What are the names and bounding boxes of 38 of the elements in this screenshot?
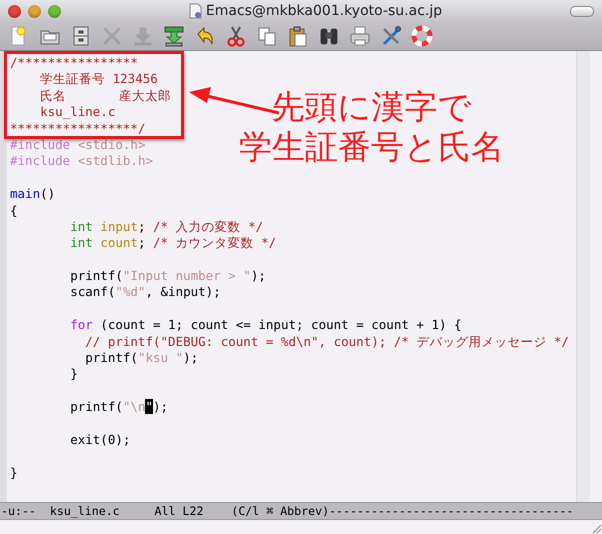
code-line: printf("ksu "); — [84, 350, 198, 366]
code-line: 氏名 産大太郎 — [39, 88, 171, 104]
zoom-window-button[interactable] — [48, 4, 61, 18]
code-line: /**************** — [10, 55, 138, 72]
resize-grip-icon[interactable] — [592, 524, 602, 534]
code-line: } — [10, 464, 18, 482]
toolbar-toggle-button[interactable] — [570, 6, 594, 16]
code-line: #include <stdio.h> — [10, 136, 146, 154]
document-icon — [188, 3, 202, 19]
close-window-button[interactable] — [8, 4, 21, 18]
wrench-screwdriver-icon[interactable] — [380, 25, 402, 47]
code-line: exit(0); — [69, 432, 130, 448]
code-line: ksu_line.c — [39, 104, 116, 121]
code-line: // printf("DEBUG: count = %d\n", count); /* デバッグ用メッセージ */ — [84, 334, 569, 350]
callout-text: 先頭に漢字で — [272, 87, 472, 127]
code-line: printf("\n"); — [69, 399, 168, 416]
code-line: } — [69, 366, 78, 383]
window-title: Emacs@mkbka001.kyoto-su.ac.jp — [206, 3, 442, 19]
code-line: int count; /* カウンタ変数 */ — [69, 235, 276, 252]
code-line: *****************/ — [10, 120, 146, 137]
clipboard-icon[interactable] — [287, 25, 309, 47]
code-line: 学生証番号 123456 — [39, 71, 158, 88]
code-line: printf("Input number > "); — [69, 268, 266, 284]
code-line: int input; /* 入力の変数 */ — [69, 218, 264, 236]
code-line: main() — [10, 186, 56, 203]
mode-line-text: -u:-- ksu_line.c All L22 (C/l ⌘ Abbrev)----------------------------------- — [1, 504, 574, 518]
callout-text: 学生証番号と氏名 — [239, 127, 504, 167]
code-line: for (count = 1; count <= input; count = count + 1) { — [69, 317, 462, 334]
code-line: { — [10, 202, 18, 219]
save-arrow-icon[interactable] — [163, 25, 185, 47]
scissors-icon[interactable] — [225, 25, 247, 47]
lifebuoy-icon[interactable] — [411, 25, 433, 47]
minimize-window-button[interactable] — [28, 4, 41, 18]
code-line: #include <stdlib.h> — [10, 153, 153, 170]
scrollbar-track[interactable] — [576, 51, 590, 502]
code-line: scanf("%d", &input); — [69, 284, 221, 301]
copy-icon[interactable] — [256, 25, 278, 47]
printer-icon[interactable] — [349, 25, 371, 47]
